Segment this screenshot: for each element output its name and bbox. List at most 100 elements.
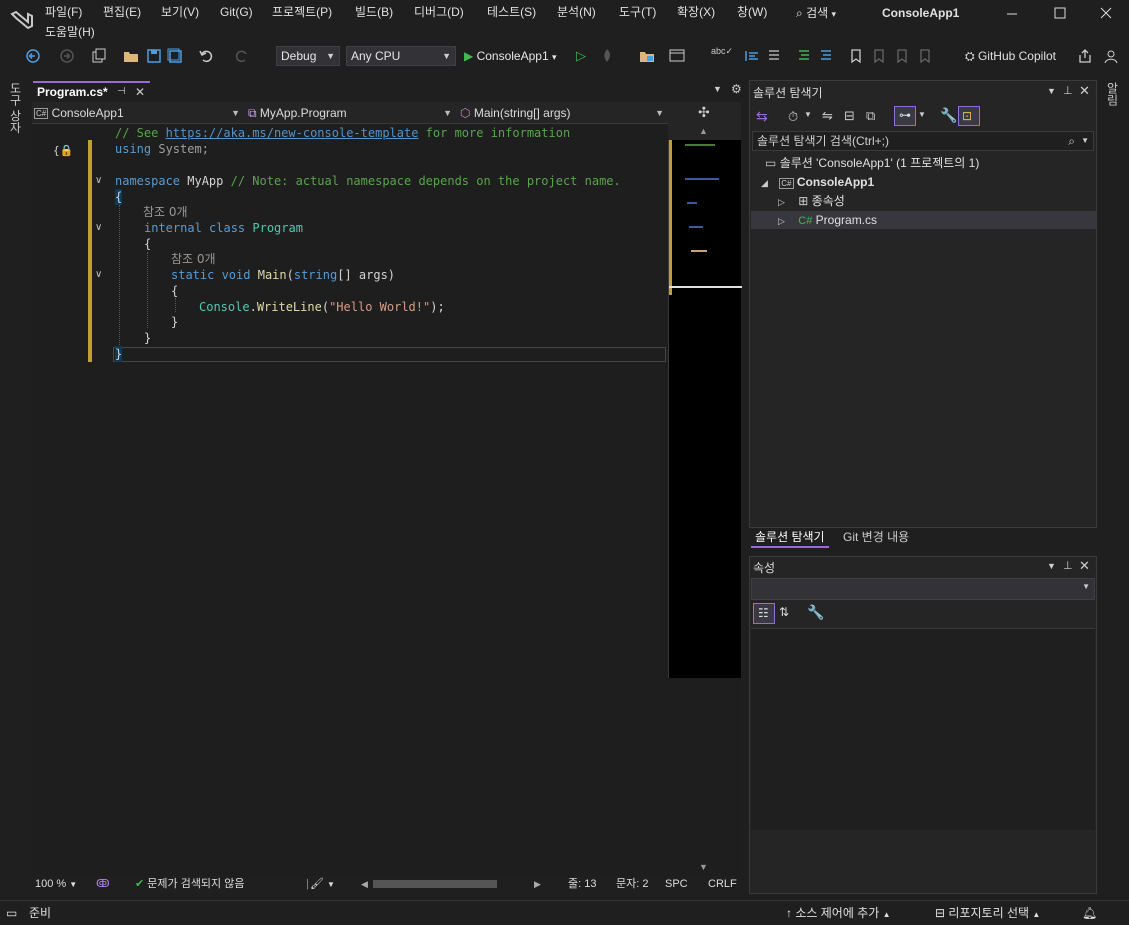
menu-tools[interactable]: 도구(T) bbox=[619, 4, 656, 20]
search-button[interactable]: ⌕ 검색 ▾ bbox=[796, 4, 836, 22]
pin-icon[interactable]: ⊥ bbox=[1063, 559, 1073, 572]
prev-bookmark-icon[interactable] bbox=[870, 47, 888, 65]
close-icon[interactable]: ✕ bbox=[135, 83, 145, 101]
window-position-dropdown-icon[interactable]: ▼ bbox=[1047, 86, 1056, 96]
collapse-class-icon[interactable]: ∨ bbox=[95, 222, 102, 233]
outdent-icon[interactable] bbox=[743, 47, 761, 65]
code-editor[interactable] bbox=[32, 124, 668, 876]
github-copilot-button[interactable]: ⛭ GitHub Copilot bbox=[965, 46, 1056, 66]
feedback-icon[interactable] bbox=[1102, 47, 1120, 65]
code-cleanup-icon[interactable]: 🖌 ▼ bbox=[310, 876, 335, 893]
tab-program-cs[interactable]: Program.cs* ⊣ ✕ bbox=[33, 81, 150, 101]
chevron-down-icon[interactable]: ▼ bbox=[918, 110, 926, 119]
tab-solution-explorer[interactable]: 솔루션 탐색기 bbox=[751, 528, 829, 548]
clear-bookmarks-icon[interactable] bbox=[916, 47, 934, 65]
solution-explorer-search-input[interactable]: 솔루션 탐색기 검색(Ctrl+;) ⌕ ▼ bbox=[752, 131, 1094, 151]
zoom-dropdown[interactable]: 100 % ▼ bbox=[35, 876, 77, 893]
toolbox-tab[interactable]: 도구 상자 bbox=[8, 82, 24, 133]
platform-dropdown[interactable]: Any CPU ▼ bbox=[346, 46, 456, 66]
switch-views-icon[interactable]: ⇆ bbox=[756, 108, 768, 125]
column-number[interactable]: 문자: 2 bbox=[616, 876, 648, 892]
bookmark-icon[interactable] bbox=[847, 47, 865, 65]
notifications-bell-icon[interactable]: 🔔︎ bbox=[1082, 901, 1097, 925]
menu-file[interactable]: 파일(F) bbox=[45, 4, 82, 20]
sync-active-document-icon[interactable]: ⇋ bbox=[822, 108, 833, 124]
show-all-files-icon[interactable]: ⧉ bbox=[866, 108, 875, 124]
filter-button[interactable]: ⊶ bbox=[894, 106, 916, 126]
line-ending[interactable]: CRLF bbox=[708, 876, 737, 892]
menu-analyze[interactable]: 분석(N) bbox=[557, 4, 596, 20]
close-icon[interactable] bbox=[1098, 6, 1114, 20]
layout-icon[interactable] bbox=[668, 47, 686, 65]
pin-icon[interactable]: ⊣ bbox=[117, 83, 126, 101]
add-to-source-control-button[interactable]: ↑ 소스 제어에 추가 ▲ bbox=[786, 901, 891, 925]
undo-icon[interactable] bbox=[197, 47, 215, 65]
redo-icon[interactable] bbox=[233, 47, 251, 65]
menu-window[interactable]: 창(W) bbox=[737, 4, 767, 20]
template-link[interactable]: https://aka.ms/new-console-template bbox=[166, 126, 419, 140]
chevron-down-icon[interactable]: ▼ bbox=[1081, 132, 1089, 150]
collapse-all-icon[interactable]: ⊟ bbox=[844, 108, 855, 124]
menu-edit[interactable]: 편집(E) bbox=[103, 4, 141, 20]
open-folder-icon[interactable] bbox=[122, 47, 140, 65]
share-icon[interactable] bbox=[1076, 47, 1094, 65]
pin-icon[interactable]: ⊥ bbox=[1063, 84, 1073, 97]
menu-extensions[interactable]: 확장(X) bbox=[677, 4, 715, 20]
window-position-dropdown-icon[interactable]: ▼ bbox=[1047, 561, 1056, 571]
tree-item-program-cs[interactable]: ▷ C# Program.cs bbox=[751, 211, 1096, 229]
menu-view[interactable]: 보기(V) bbox=[161, 4, 199, 20]
split-window-icon[interactable]: ✣ bbox=[698, 104, 710, 121]
menu-build[interactable]: 빌드(B) bbox=[355, 4, 393, 20]
configuration-dropdown[interactable]: Debug ▼ bbox=[276, 46, 340, 66]
code-lens-method[interactable]: 참조 0개 bbox=[171, 251, 216, 267]
type-dropdown[interactable]: ⧉ MyApp.Program ▼ bbox=[248, 104, 454, 122]
scroll-right-icon[interactable]: ▶ bbox=[534, 876, 541, 892]
save-icon[interactable] bbox=[145, 47, 163, 65]
tree-item-project[interactable]: ◢ C# ConsoleApp1 bbox=[761, 173, 874, 191]
scroll-left-icon[interactable]: ◀ bbox=[361, 876, 368, 892]
indent-icon[interactable] bbox=[765, 47, 783, 65]
line-number[interactable]: 줄: 13 bbox=[568, 876, 596, 892]
tab-git-changes[interactable]: Git 변경 내용 bbox=[839, 528, 913, 546]
new-project-icon[interactable] bbox=[90, 47, 108, 65]
horizontal-scrollbar-thumb[interactable] bbox=[373, 880, 497, 888]
minimap[interactable] bbox=[668, 140, 742, 678]
chevron-down-icon[interactable]: ▼ bbox=[804, 110, 812, 119]
menu-test[interactable]: 테스트(S) bbox=[487, 4, 536, 20]
tree-item-dependencies[interactable]: ▷ ⊞ 종속성 bbox=[778, 192, 845, 210]
properties-wrench-icon[interactable]: 🔧 bbox=[940, 107, 957, 124]
tree-item-solution[interactable]: ▭ 솔루션 'ConsoleApp1' (1 프로젝트의 1) bbox=[765, 154, 979, 172]
comment-icon[interactable] bbox=[795, 47, 813, 65]
expanded-chevron-icon[interactable]: ◢ bbox=[761, 178, 768, 188]
uncomment-icon[interactable] bbox=[817, 47, 835, 65]
properties-object-dropdown[interactable]: ▼ bbox=[751, 578, 1095, 600]
menu-git[interactable]: Git(G) bbox=[220, 4, 253, 20]
pending-changes-icon[interactable]: ⏱ bbox=[788, 109, 798, 125]
collapse-namespace-icon[interactable]: ∨ bbox=[95, 175, 102, 186]
save-all-icon[interactable] bbox=[166, 47, 184, 65]
menu-help[interactable]: 도움말(H) bbox=[45, 24, 95, 40]
collapsed-chevron-icon[interactable]: ▷ bbox=[778, 197, 785, 207]
scroll-up-icon[interactable]: ▲ bbox=[699, 126, 708, 136]
minimize-icon[interactable] bbox=[1004, 6, 1020, 20]
solution-folder-icon[interactable] bbox=[638, 47, 656, 65]
settings-gear-icon[interactable]: ⚙ bbox=[731, 82, 742, 96]
alphabetical-sort-icon[interactable]: ⇅ bbox=[779, 605, 789, 619]
back-icon[interactable] bbox=[24, 47, 42, 65]
hot-reload-icon[interactable] bbox=[598, 47, 616, 65]
preview-button[interactable]: ⊡ bbox=[958, 106, 980, 126]
collapsed-chevron-icon[interactable]: ▷ bbox=[778, 216, 785, 226]
menu-debug[interactable]: 디버그(D) bbox=[414, 4, 464, 20]
collapse-method-icon[interactable]: ∨ bbox=[95, 269, 102, 280]
close-icon[interactable]: ✕ bbox=[1079, 558, 1090, 574]
select-repository-button[interactable]: ⊟ 리포지토리 선택 ▲ bbox=[935, 901, 1040, 925]
notifications-tab[interactable]: 알림 bbox=[1104, 82, 1121, 106]
member-dropdown[interactable]: ⬡ Main(string[] args) ▼ bbox=[460, 104, 666, 122]
start-without-debugging-icon[interactable]: ▷ bbox=[576, 48, 586, 64]
menu-project[interactable]: 프로젝트(P) bbox=[272, 4, 332, 20]
search-icon[interactable]: ⌕ bbox=[1068, 132, 1075, 150]
code-lens-class[interactable]: 참조 0개 bbox=[143, 204, 188, 220]
scroll-down-icon[interactable]: ▼ bbox=[699, 862, 708, 872]
issues-indicator[interactable]: ✔ 문제가 검색되지 않음 bbox=[135, 876, 244, 892]
project-dropdown[interactable]: C# ConsoleApp1 ▼ bbox=[34, 104, 242, 122]
